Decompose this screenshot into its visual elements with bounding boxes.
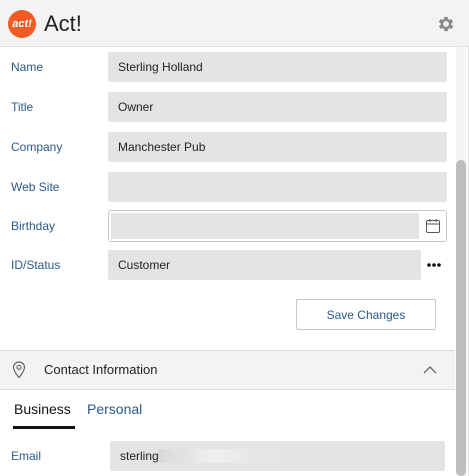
- company-label: Company: [11, 140, 63, 154]
- website-field[interactable]: [108, 172, 447, 202]
- act-logo: act!: [8, 10, 36, 38]
- gear-icon[interactable]: [436, 14, 456, 34]
- map-pin-icon: [12, 361, 26, 379]
- title-field[interactable]: Owner: [108, 92, 447, 122]
- active-tab-indicator: [13, 426, 75, 429]
- id-status-label: ID/Status: [11, 258, 61, 272]
- section-title: Contact Information: [44, 362, 158, 377]
- scrollbar-thumb[interactable]: [456, 160, 466, 476]
- birthday-date-picker[interactable]: [108, 210, 447, 242]
- contact-panel: act! Act! Name Sterling Holland Title Ow…: [0, 0, 469, 476]
- company-row: Company Manchester Pub: [0, 132, 455, 162]
- calendar-icon[interactable]: [425, 218, 441, 234]
- name-field[interactable]: Sterling Holland: [108, 52, 447, 82]
- more-options-icon[interactable]: [424, 255, 444, 275]
- email-value: sterling.: [120, 449, 163, 463]
- title-row: Title Owner: [0, 92, 455, 122]
- website-row: Web Site: [0, 172, 455, 202]
- tab-personal[interactable]: Personal: [87, 400, 142, 418]
- company-field[interactable]: Manchester Pub: [108, 132, 447, 162]
- redacted-email-blur: [158, 449, 298, 463]
- name-row: Name Sterling Holland: [0, 52, 455, 82]
- name-label: Name: [11, 60, 44, 74]
- contact-information-header[interactable]: Contact Information: [0, 350, 455, 390]
- app-title: Act!: [44, 11, 82, 36]
- email-label: Email: [11, 449, 42, 463]
- website-label: Web Site: [11, 180, 60, 194]
- save-changes-button[interactable]: Save Changes: [296, 299, 436, 330]
- logo-text: act!: [12, 18, 32, 30]
- id-status-field[interactable]: Customer: [108, 250, 421, 280]
- birthday-row: Birthday: [0, 210, 455, 242]
- birthday-field[interactable]: [111, 213, 419, 239]
- chevron-up-icon[interactable]: [422, 363, 438, 377]
- birthday-label: Birthday: [11, 219, 56, 233]
- title-label: Title: [11, 100, 34, 114]
- tab-business[interactable]: Business: [14, 400, 71, 418]
- id-status-row: ID/Status Customer: [0, 250, 455, 280]
- email-row: Email sterling.: [0, 441, 455, 471]
- app-header: act! Act!: [0, 0, 469, 47]
